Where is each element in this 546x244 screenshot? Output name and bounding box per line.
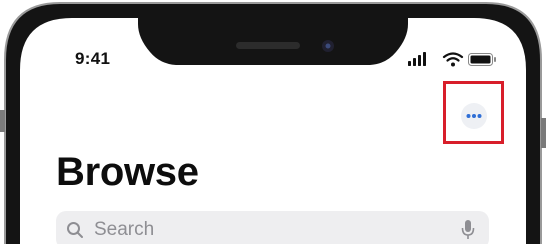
search-bar[interactable]: Search xyxy=(56,211,489,244)
battery-icon xyxy=(468,53,496,66)
screenshot-frame: 9:41 Browse Search xyxy=(0,0,546,244)
status-icons xyxy=(408,52,496,67)
cellular-signal-icon xyxy=(408,52,426,66)
highlight-annotation-box xyxy=(443,81,504,144)
side-button xyxy=(541,118,546,148)
page-title: Browse xyxy=(56,150,199,194)
search-placeholder: Search xyxy=(94,219,155,240)
wifi-icon xyxy=(442,52,464,67)
side-button xyxy=(0,110,5,132)
status-time: 9:41 xyxy=(75,49,111,68)
microphone-icon[interactable] xyxy=(461,219,475,241)
magnifier-icon xyxy=(67,222,83,238)
